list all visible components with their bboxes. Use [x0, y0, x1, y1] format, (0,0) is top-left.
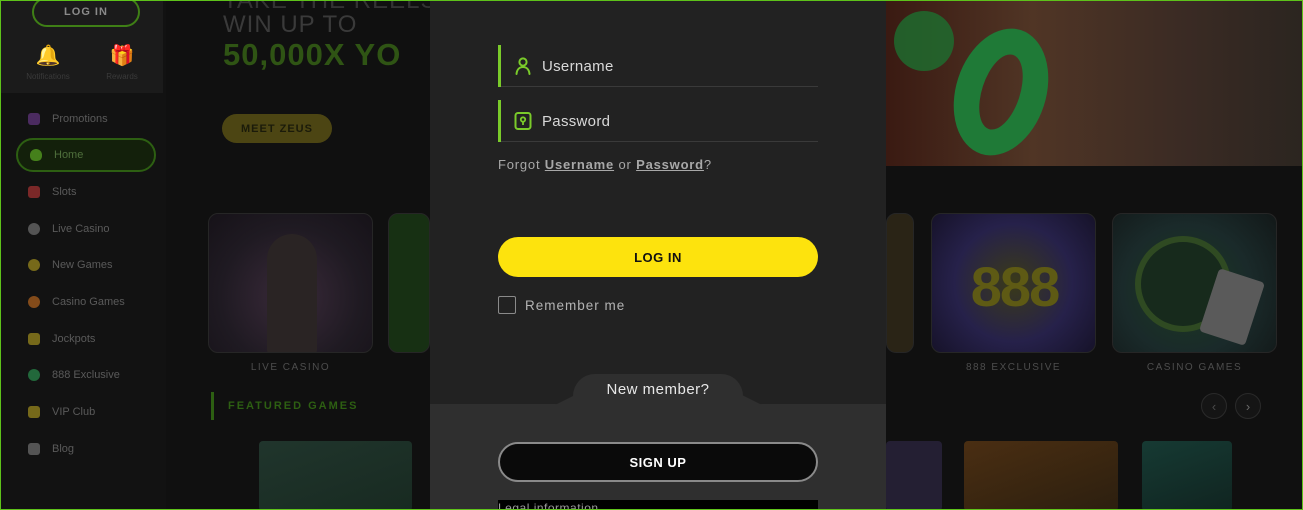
forgot-or: or: [618, 157, 632, 172]
sidebar-item-blog[interactable]: Blog: [16, 432, 156, 466]
sidebar-item-888-exclusive[interactable]: 888 Exclusive: [16, 358, 156, 392]
vip-icon: [28, 406, 40, 418]
sidebar-item-label: Live Casino: [52, 223, 110, 235]
sidebar-item-live-casino[interactable]: Live Casino: [16, 212, 156, 246]
casino-games-tile-label: CASINO GAMES: [1146, 362, 1243, 373]
sidebar-item-label: 888 Exclusive: [52, 369, 120, 381]
field-accent-bar: [498, 100, 501, 142]
carousel-next-button[interactable]: ›: [1235, 393, 1261, 419]
new-member-label: New member?: [606, 381, 710, 398]
featured-games-heading: FEATURED GAMES: [228, 400, 359, 412]
sidebar-item-label: Casino Games: [52, 296, 125, 308]
banner-decoration: [894, 11, 954, 71]
blog-icon: [28, 443, 40, 455]
slots-icon: [28, 186, 40, 198]
featured-game-card[interactable]: [259, 441, 412, 509]
heart-icon: [30, 149, 42, 161]
888-logo: 888: [970, 255, 1060, 318]
carousel-prev-button[interactable]: ‹: [1201, 393, 1227, 419]
lock-icon: [514, 112, 532, 130]
signup-button[interactable]: SIGN UP: [498, 442, 818, 482]
login-button[interactable]: LOG IN: [498, 237, 818, 277]
bell-icon: 🔔: [35, 45, 61, 67]
notifications-button[interactable]: 🔔 Notifications: [23, 43, 73, 81]
new-games-tile[interactable]: [886, 213, 914, 353]
password-field[interactable]: [498, 100, 818, 142]
dealer-image: [267, 234, 317, 352]
forgot-suffix: ?: [703, 157, 712, 172]
sidebar-item-home[interactable]: Home: [16, 138, 156, 172]
sidebar: LOG IN 🔔 Notifications 🎁 Rewards Promoti…: [1, 1, 166, 509]
gift-icon: 🎁: [109, 45, 135, 67]
promotions-icon: [28, 113, 40, 125]
field-accent-bar: [498, 45, 501, 87]
password-input[interactable]: [542, 100, 812, 142]
sidebar-item-jockpots[interactable]: Jockpots: [16, 322, 156, 356]
rewards-button[interactable]: 🎁 Rewards: [97, 43, 147, 81]
hero-title-line3: 50,000X YO: [223, 37, 402, 72]
casino-games-icon: [28, 296, 40, 308]
user-icon: [515, 57, 531, 75]
sidebar-item-label: VIP Club: [52, 406, 96, 418]
sidebar-item-label: Jockpots: [52, 333, 96, 345]
legal-information-link[interactable]: Legal information: [498, 500, 818, 509]
chevron-right-icon: ›: [1245, 398, 1251, 414]
sidebar-item-vip-club[interactable]: VIP Club: [16, 395, 156, 429]
live-casino-tile-label: LIVE CASINO: [250, 362, 331, 373]
sidebar-item-new-games[interactable]: New Games: [16, 248, 156, 282]
featured-game-card[interactable]: [1142, 441, 1232, 509]
rewards-label: Rewards: [106, 72, 138, 81]
888-icon: [28, 369, 40, 381]
sidebar-item-label: Home: [54, 149, 84, 161]
new-games-icon: [28, 259, 40, 271]
remember-me-label: Remember me: [525, 297, 626, 313]
sidebar-item-label: Promotions: [52, 113, 108, 125]
username-input[interactable]: [542, 45, 812, 87]
sidebar-item-label: Slots: [52, 186, 77, 198]
chevron-left-icon: ‹: [1211, 398, 1217, 414]
sidebar-item-label: New Games: [52, 259, 113, 271]
live-casino-tile[interactable]: [208, 213, 373, 353]
forgot-prefix: Forgot: [498, 157, 541, 172]
featured-accent-bar: [211, 392, 214, 420]
hero-title-line2: WIN UP TO: [223, 11, 358, 38]
checkbox-box[interactable]: [498, 296, 516, 314]
trophy-icon: [28, 333, 40, 345]
888-exclusive-tile-label: 888 EXCLUSIVE: [965, 362, 1062, 373]
meet-zeus-button[interactable]: MEET ZEUS: [222, 114, 332, 143]
sidebar-item-casino-games[interactable]: Casino Games: [16, 285, 156, 319]
slots-tile[interactable]: [388, 213, 430, 353]
forgot-username-link[interactable]: Username: [545, 157, 614, 172]
remember-me-checkbox[interactable]: Remember me: [498, 296, 625, 314]
page: LOG IN 🔔 Notifications 🎁 Rewards Promoti…: [0, 0, 1303, 510]
featured-game-card[interactable]: [886, 441, 942, 509]
notifications-label: Notifications: [26, 72, 70, 81]
forgot-credentials-text: Forgot Username or Password?: [498, 157, 712, 172]
live-casino-icon: [28, 223, 40, 235]
888-exclusive-tile[interactable]: 888: [931, 213, 1096, 353]
login-modal: New member? Forgot Username or Password?: [430, 1, 886, 509]
forgot-password-link[interactable]: Password: [636, 157, 704, 172]
casino-games-tile[interactable]: [1112, 213, 1277, 353]
sidebar-item-slots[interactable]: Slots: [16, 175, 156, 209]
featured-game-card[interactable]: [964, 441, 1118, 509]
sidebar-item-promotions[interactable]: Promotions: [16, 102, 156, 136]
sidebar-item-label: Blog: [52, 443, 75, 455]
sidebar-top: LOG IN 🔔 Notifications 🎁 Rewards: [1, 1, 163, 93]
username-field[interactable]: [498, 45, 818, 87]
sidebar-login-button[interactable]: LOG IN: [32, 1, 140, 27]
